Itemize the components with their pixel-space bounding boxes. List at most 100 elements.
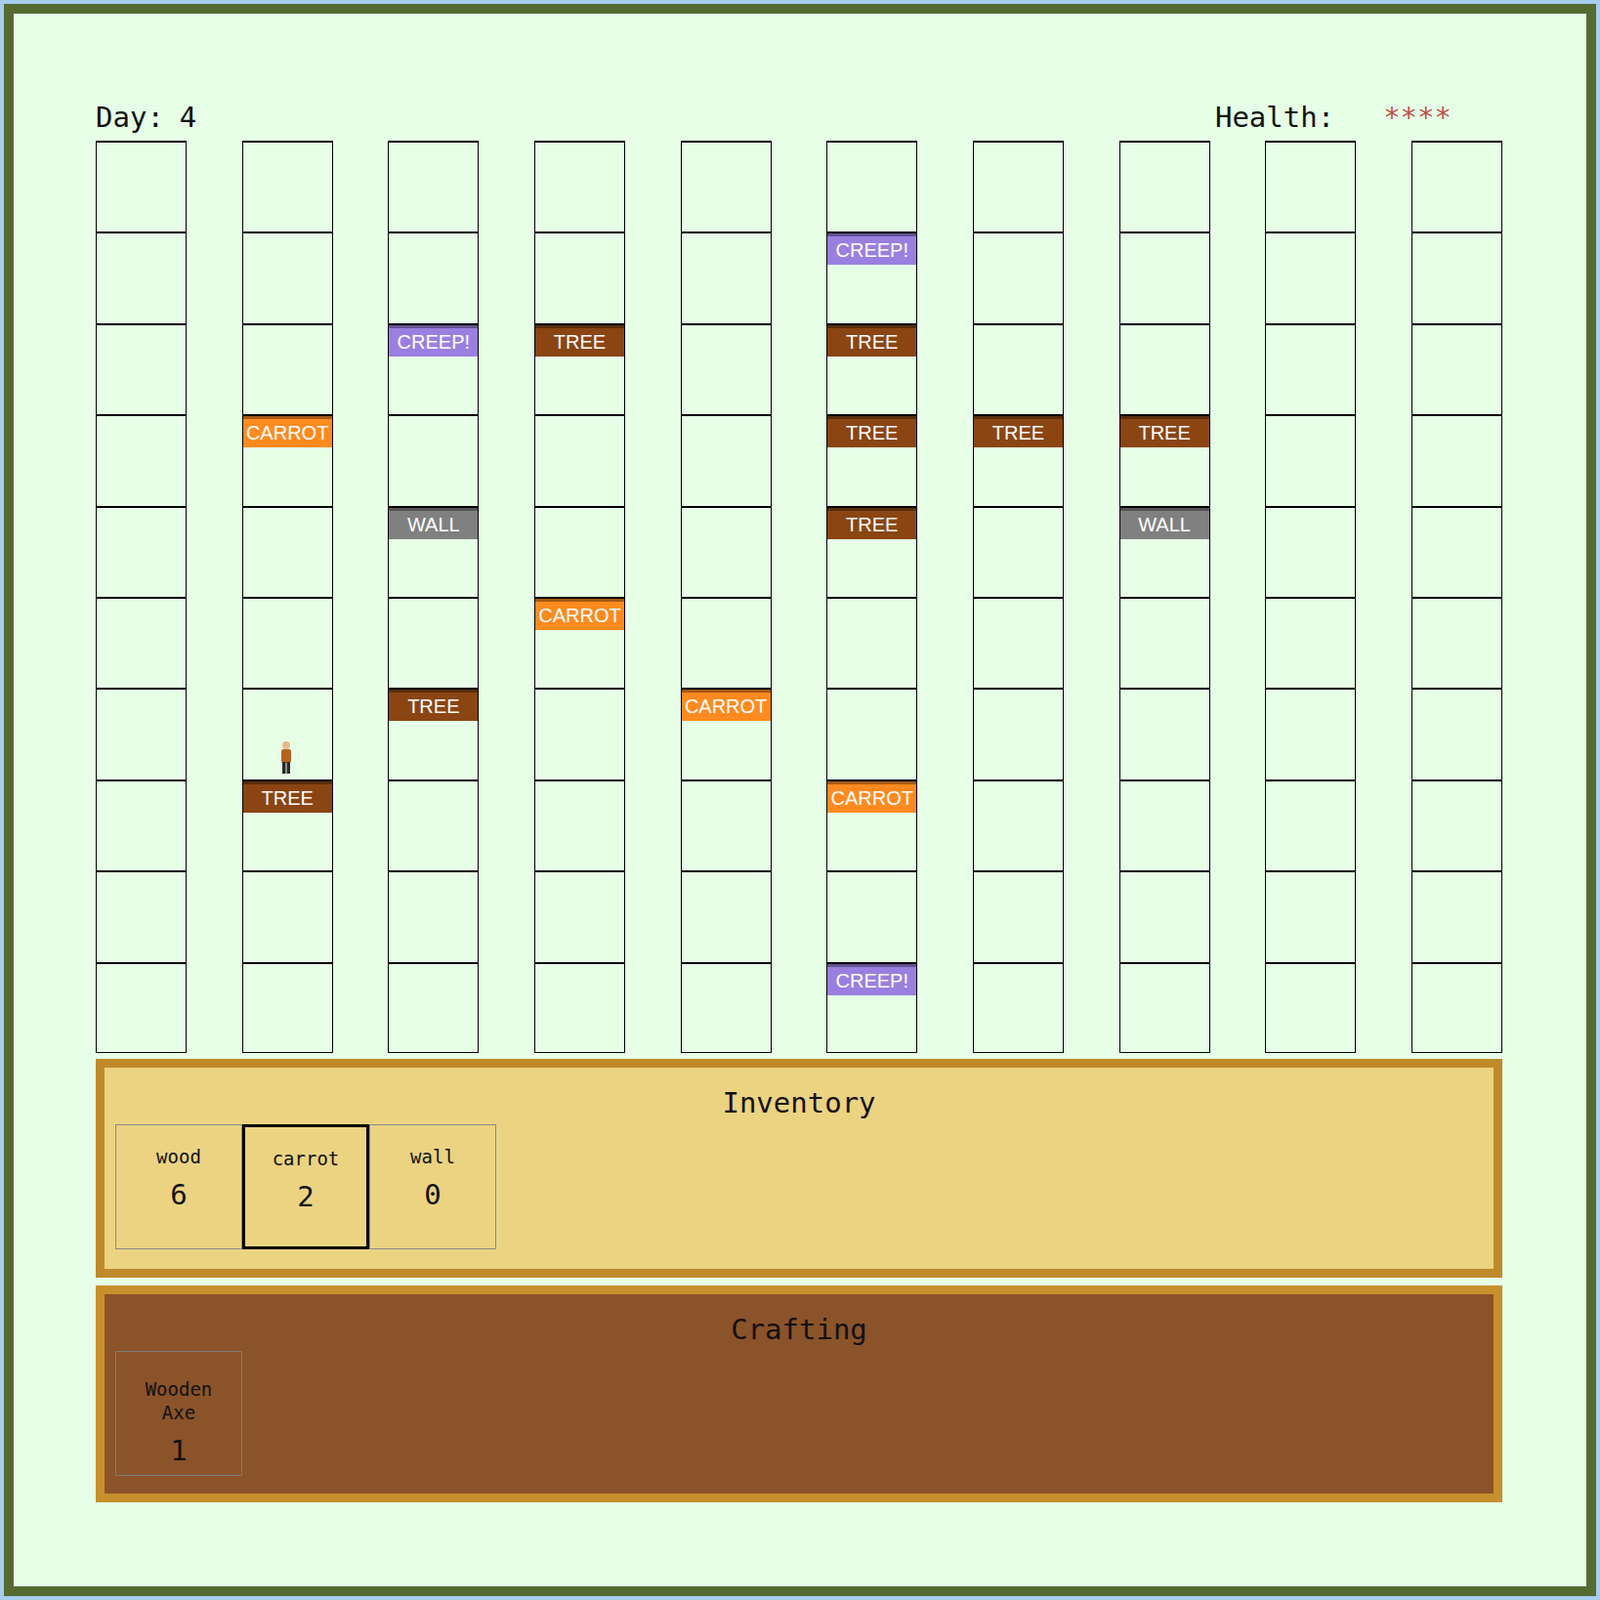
- grid-cell[interactable]: [1411, 231, 1503, 323]
- grid-cell[interactable]: [1119, 687, 1211, 779]
- tile-label[interactable]: TREE: [1120, 416, 1210, 448]
- grid-cell[interactable]: [534, 870, 626, 962]
- grid-cell[interactable]: [1119, 596, 1211, 688]
- grid-cell[interactable]: [242, 962, 334, 1053]
- grid-cell[interactable]: [387, 414, 479, 506]
- grid-cell[interactable]: [972, 231, 1064, 323]
- grid-cell[interactable]: [534, 687, 626, 779]
- grid-cell[interactable]: CREEP!: [387, 323, 479, 415]
- grid-cell[interactable]: [387, 140, 479, 232]
- grid-cell[interactable]: TREE: [826, 505, 918, 597]
- grid-cell[interactable]: [95, 323, 187, 415]
- grid-cell[interactable]: [534, 779, 626, 871]
- grid-cell[interactable]: [534, 414, 626, 506]
- tile-label[interactable]: TREE: [827, 507, 917, 540]
- grid-cell[interactable]: CARROT: [242, 414, 334, 506]
- grid-cell[interactable]: CARROT: [826, 779, 918, 871]
- grid-cell[interactable]: TREE: [387, 687, 479, 779]
- grid-cell[interactable]: [1264, 596, 1356, 688]
- grid-cell[interactable]: [95, 231, 187, 323]
- grid-cell[interactable]: [534, 140, 626, 232]
- grid-cell[interactable]: [680, 505, 772, 597]
- inventory-slot[interactable]: carrot2: [242, 1124, 370, 1250]
- grid-cell[interactable]: CREEP!: [826, 231, 918, 323]
- grid-cell[interactable]: [1264, 779, 1356, 871]
- grid-cell[interactable]: [680, 414, 772, 506]
- grid-cell[interactable]: [242, 596, 334, 688]
- grid-cell[interactable]: [242, 687, 334, 779]
- grid-cell[interactable]: [972, 596, 1064, 688]
- grid-cell[interactable]: [1119, 323, 1211, 415]
- grid-cell[interactable]: [1411, 687, 1503, 779]
- grid-cell[interactable]: [826, 687, 918, 779]
- grid-cell[interactable]: [1119, 962, 1211, 1053]
- grid-cell[interactable]: [680, 870, 772, 962]
- grid-cell[interactable]: CREEP!: [826, 962, 918, 1053]
- grid-cell[interactable]: [95, 870, 187, 962]
- grid-cell[interactable]: [972, 962, 1064, 1053]
- grid-cell[interactable]: [387, 596, 479, 688]
- grid-cell[interactable]: [826, 140, 918, 232]
- crafting-recipe[interactable]: Wooden Axe1: [115, 1350, 243, 1476]
- tile-label[interactable]: CARROT: [535, 598, 625, 631]
- grid-cell[interactable]: [1264, 687, 1356, 779]
- grid-cell[interactable]: [95, 687, 187, 779]
- grid-cell[interactable]: [242, 323, 334, 415]
- grid-cell[interactable]: [95, 505, 187, 597]
- tile-label[interactable]: TREE: [535, 325, 625, 357]
- grid-cell[interactable]: [242, 505, 334, 597]
- grid-cell[interactable]: [95, 140, 187, 232]
- grid-cell[interactable]: [1411, 505, 1503, 597]
- grid-cell[interactable]: [680, 323, 772, 415]
- grid-cell[interactable]: [95, 779, 187, 871]
- grid-cell[interactable]: [1411, 414, 1503, 506]
- grid-cell[interactable]: [1411, 779, 1503, 871]
- tile-label[interactable]: TREE: [243, 781, 333, 813]
- grid-cell[interactable]: [972, 870, 1064, 962]
- grid-cell[interactable]: [972, 505, 1064, 597]
- tile-label[interactable]: CARROT: [681, 689, 771, 721]
- grid-cell[interactable]: TREE: [1119, 414, 1211, 506]
- grid-cell[interactable]: [1411, 962, 1503, 1053]
- grid-cell[interactable]: [95, 414, 187, 506]
- tile-label[interactable]: CREEP!: [388, 325, 478, 357]
- grid-cell[interactable]: [387, 779, 479, 871]
- grid-cell[interactable]: TREE: [972, 414, 1064, 506]
- grid-cell[interactable]: WALL: [1119, 505, 1211, 597]
- grid-cell[interactable]: [972, 140, 1064, 232]
- inventory-slot[interactable]: wood6: [115, 1124, 243, 1250]
- grid-cell[interactable]: CARROT: [534, 596, 626, 688]
- grid-cell[interactable]: [387, 870, 479, 962]
- grid-cell[interactable]: [242, 140, 334, 232]
- grid-cell[interactable]: [680, 596, 772, 688]
- grid-cell[interactable]: [1264, 323, 1356, 415]
- grid-cell[interactable]: [1411, 140, 1503, 232]
- grid-cell[interactable]: [972, 323, 1064, 415]
- grid-cell[interactable]: [242, 870, 334, 962]
- grid-cell[interactable]: [1264, 870, 1356, 962]
- grid-cell[interactable]: [1119, 140, 1211, 232]
- grid-cell[interactable]: [534, 962, 626, 1053]
- grid-cell[interactable]: TREE: [242, 779, 334, 871]
- grid-cell[interactable]: TREE: [534, 323, 626, 415]
- grid-cell[interactable]: [826, 870, 918, 962]
- grid-cell[interactable]: [1264, 505, 1356, 597]
- grid-cell[interactable]: TREE: [826, 323, 918, 415]
- grid-cell[interactable]: [387, 231, 479, 323]
- grid-cell[interactable]: [1119, 231, 1211, 323]
- grid-cell[interactable]: [1119, 870, 1211, 962]
- tile-label[interactable]: TREE: [827, 416, 917, 448]
- inventory-slot[interactable]: wall0: [369, 1124, 497, 1250]
- grid-cell[interactable]: [387, 962, 479, 1053]
- grid-cell[interactable]: [1411, 870, 1503, 962]
- tile-label[interactable]: TREE: [388, 689, 478, 721]
- grid-cell[interactable]: [826, 596, 918, 688]
- grid-cell[interactable]: [95, 596, 187, 688]
- grid-cell[interactable]: [534, 231, 626, 323]
- tile-label[interactable]: CREEP!: [827, 964, 917, 996]
- grid-cell[interactable]: WALL: [387, 505, 479, 597]
- tile-label[interactable]: WALL: [388, 507, 478, 540]
- grid-cell[interactable]: [972, 687, 1064, 779]
- grid-cell[interactable]: [1411, 596, 1503, 688]
- grid-cell[interactable]: [95, 962, 187, 1053]
